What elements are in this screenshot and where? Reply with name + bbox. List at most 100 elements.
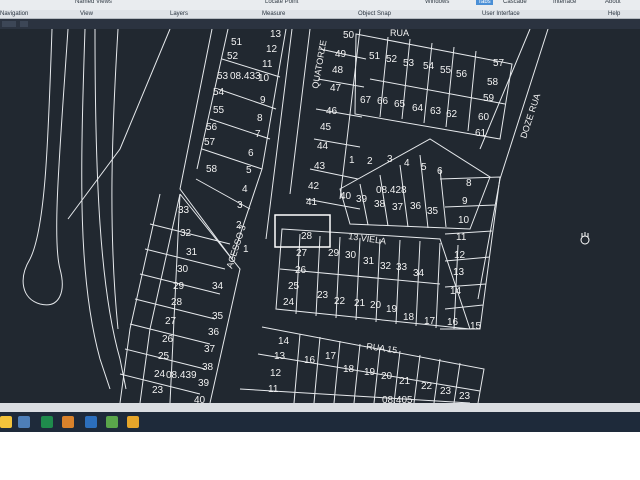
drive-icon[interactable] [106,416,118,428]
lot-label: 49 [335,49,347,60]
lot-label: 64 [412,103,424,114]
photos-icon[interactable] [18,416,30,428]
lot-label: 61 [475,128,487,139]
lot-label: 6 [437,166,443,177]
lot-label: 27 [296,248,308,259]
lot-label: 4 [242,184,248,195]
lot-label: 18 [343,364,355,375]
lot-label: 25 [158,351,170,362]
lot-label: 46 [326,106,338,117]
lot-label: 9 [462,196,468,207]
lot-label: 38 [202,362,214,373]
lot-label: 43 [314,161,326,172]
panel-measure: Measure [262,11,286,17]
lot-label: 10 [458,215,470,226]
lot-label: 19 [364,367,376,378]
lot-label: 52 [386,54,398,65]
lot-label: 58 [206,164,218,175]
folder-icon[interactable] [0,416,12,428]
ribbon-windows[interactable]: Windows [425,0,449,5]
lot-area-label: 08.439 [166,370,197,381]
lot-area-label: 08.405 [382,395,413,403]
lot-label: 40 [194,395,206,403]
lot-label: 63 [430,106,442,117]
lot-label: 25 [288,281,300,292]
ribbon-tabs[interactable]: Tabs [476,0,493,5]
lot-label: 3 [387,154,393,165]
lot-label: 23 [440,386,452,397]
lot-label: 54 [423,61,435,72]
lot-label: 20 [370,300,382,311]
lot-label: 33 [396,262,408,273]
lot-label: 5 [421,162,427,173]
lot-label: 45 [320,122,332,133]
lot-label: 5 [246,165,252,176]
app-icon[interactable] [62,416,74,428]
status-bar [0,403,640,412]
panel-user-interface: User Interface [482,11,520,17]
lot-label: 4 [404,158,410,169]
street-label-doze-rua: DOZE RUA [518,92,542,139]
ribbon-about[interactable]: About [605,0,621,5]
lot-label: 57 [204,137,216,148]
lot-label: 30 [345,250,357,261]
lot-label: 30 [177,264,189,275]
lot-label: 10 [258,73,270,84]
lot-label: 23 [152,385,164,396]
lot-label: 11 [456,232,467,243]
lot-label: 40 [340,191,352,202]
lot-label: 26 [295,265,307,276]
lot-label: 35 [427,206,439,217]
new-tab-button[interactable] [20,21,28,27]
drawing-canvas[interactable]: 51 13 12 52 11 53 08.433 10 54 9 55 8 56… [0,28,640,406]
lot-label: 34 [413,268,425,279]
lot-label: 20 [381,371,393,382]
ribbon-cascade[interactable]: Cascade [503,0,527,5]
ribbon-named-views[interactable]: Named Views [75,0,112,5]
lot-label: 13 [270,29,282,40]
ribbon-interface[interactable]: Interface [553,0,576,5]
panel-object-snap: Object Snap [358,11,392,17]
lot-area-label: 08.428 [376,185,407,196]
lot-label: 35 [212,311,224,322]
ribbon-locate-point[interactable]: Locate Point [265,0,298,5]
misc-app-icon[interactable] [127,416,139,428]
lot-label: 21 [354,298,366,309]
lot-label: 41 [306,197,318,208]
lot-label: 29 [328,248,340,259]
pan-hand-cursor-icon [580,232,590,245]
excel-icon[interactable] [41,416,53,428]
lot-label: 65 [394,99,406,110]
lot-label: 13 [274,351,286,362]
lot-label: 37 [204,344,216,355]
lot-label: 66 [377,96,389,107]
lot-label: 31 [186,247,198,258]
lot-label: 34 [212,281,224,292]
lot-label: 51 [231,37,243,48]
lot-label: 42 [308,181,320,192]
panel-view: View [80,11,93,17]
file-tab[interactable] [2,21,16,27]
lot-label: 6 [248,148,254,159]
lot-label: 14 [450,286,462,297]
lot-label: 21 [399,376,411,387]
lot-label: 54 [213,87,225,98]
lot-label: 12 [270,368,282,379]
lot-label: 17 [325,351,337,362]
lot-label: 39 [198,378,210,389]
lot-label: 24 [283,297,295,308]
street-label-quatorze: QUATORZE [310,39,328,89]
lot-label: 17 [424,316,436,327]
browser-icon[interactable] [85,416,97,428]
lot-label: 33 [178,205,190,216]
lot-label: 15 [470,321,482,332]
lot-label: 16 [304,355,316,366]
lot-label: 36 [208,327,220,338]
lot-label: 56 [206,122,218,133]
lot-label: 67 [360,95,372,106]
lot-label: 60 [478,112,490,123]
lot-label: 37 [392,202,404,213]
panel-layers: Layers [170,11,189,17]
lot-label: 47 [330,83,342,94]
lot-label: 62 [446,109,458,120]
